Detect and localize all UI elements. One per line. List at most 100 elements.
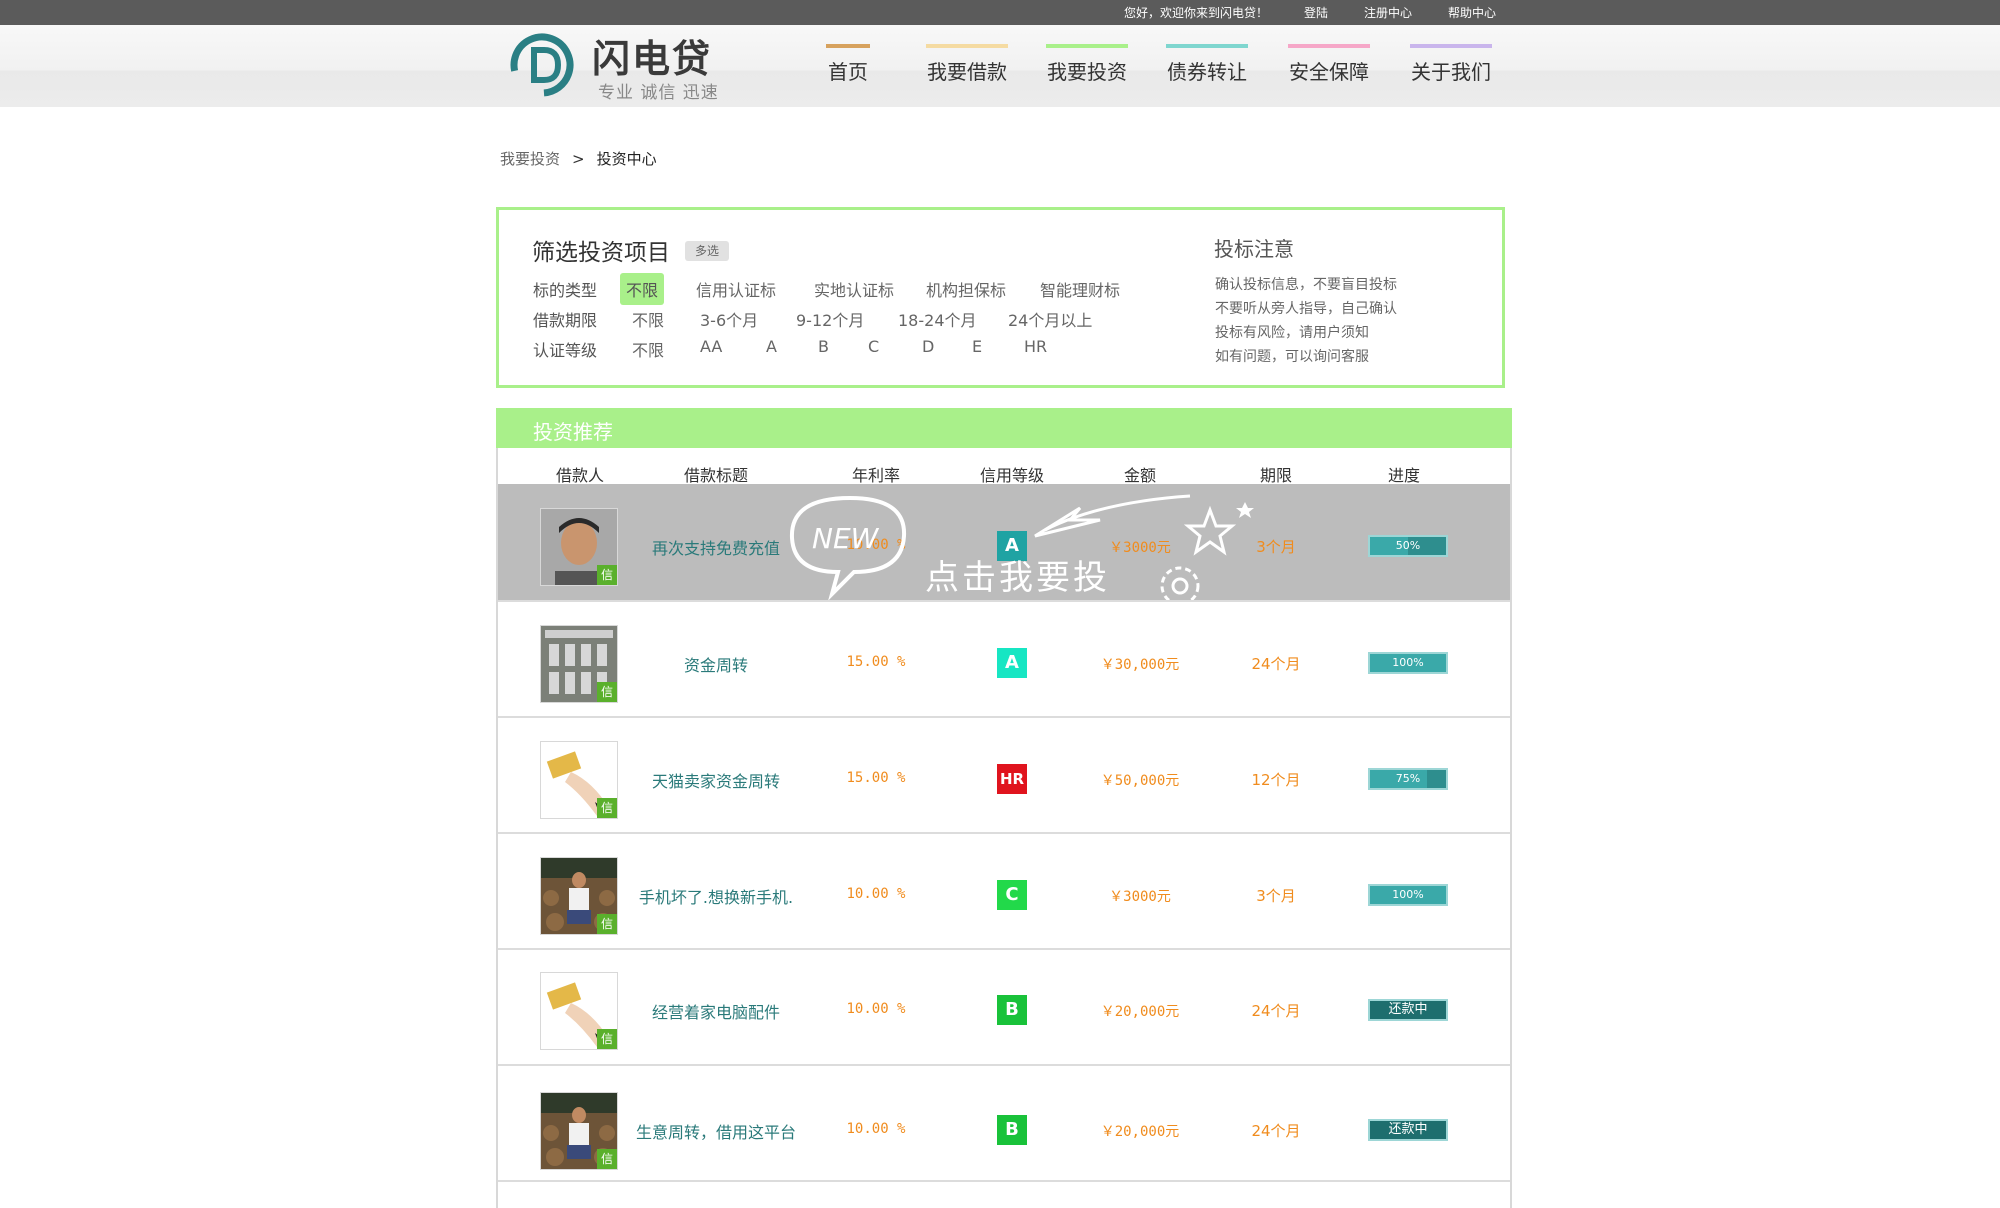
nav-accent-bar — [926, 44, 1008, 48]
annual-rate: 15.00 % — [846, 770, 906, 786]
register-link[interactable]: 注册中心 — [1364, 4, 1412, 21]
invest-cta-overlay[interactable]: 点击我要投 — [925, 550, 1110, 599]
loan-term: 24个月 — [1251, 1002, 1301, 1020]
column-header: 金额 — [1123, 466, 1156, 485]
filter-option[interactable]: HR — [1018, 333, 1053, 360]
loan-title-link[interactable]: 生意周转，借用这平台 — [616, 1119, 816, 1143]
loan-amount: ￥20,000元 — [1100, 1004, 1180, 1020]
credit-badge: 信 — [597, 1029, 617, 1049]
filter-option[interactable]: 24个月以上 — [1002, 303, 1098, 335]
loan-term: 12个月 — [1251, 771, 1301, 789]
filter-option[interactable]: 不限 — [620, 273, 665, 305]
annual-rate: 10.00 % — [846, 1001, 906, 1017]
nav-accent-bar — [1288, 44, 1370, 48]
progress-bar[interactable]: 50% — [1368, 535, 1448, 557]
loan-title-link[interactable]: 手机坏了.想换新手机. — [616, 884, 816, 908]
progress-text: 50% — [1395, 539, 1421, 552]
new-badge-text: NEW — [812, 522, 880, 555]
notice-line: 不要听从旁人指导，自己确认 — [1215, 301, 1397, 317]
nav-item-1[interactable]: 我要借款 — [926, 44, 1008, 84]
nav-item-2[interactable]: 我要投资 — [1046, 44, 1128, 84]
logo-icon[interactable] — [508, 32, 576, 98]
notice-line: 如有问题，可以询问客服 — [1215, 349, 1369, 365]
repaying-status[interactable]: 还款中 — [1368, 999, 1448, 1021]
filter-title: 筛选投资项目 — [532, 240, 670, 266]
credit-badge: 信 — [597, 1149, 617, 1169]
credit-badge: 信 — [597, 565, 617, 585]
filter-option[interactable]: 智能理财标 — [1034, 273, 1126, 305]
notice-line: 确认投标信息，不要盲目投标 — [1215, 277, 1397, 293]
progress-bar[interactable]: 100% — [1368, 652, 1448, 674]
filter-option[interactable]: 9-12个月 — [790, 303, 870, 335]
filter-option[interactable]: AA — [694, 333, 728, 360]
loan-amount: ￥3000元 — [1109, 889, 1171, 905]
brand-name: 闪电贷 — [592, 37, 713, 81]
breadcrumb-parent[interactable]: 我要投资 — [500, 150, 560, 168]
recommend-title: 投资推荐 — [533, 420, 613, 444]
nav-item-0[interactable]: 首页 — [826, 44, 870, 84]
filter-option[interactable]: E — [966, 333, 988, 360]
help-link[interactable]: 帮助中心 — [1448, 4, 1496, 21]
filter-label: 认证等级 — [533, 341, 598, 360]
borrower-avatar[interactable]: 信 — [540, 741, 618, 819]
credit-badge: 信 — [597, 914, 617, 934]
nav-item-4[interactable]: 安全保障 — [1288, 44, 1370, 84]
filter-option[interactable]: B — [812, 333, 835, 360]
filter-option[interactable]: 18-24个月 — [892, 303, 983, 335]
loan-title-link[interactable]: 经营着家电脑配件 — [616, 999, 816, 1023]
progress-text: 还款中 — [1388, 1002, 1428, 1017]
nav-item-label: 我要借款 — [927, 60, 1007, 84]
filter-label: 标的类型 — [533, 281, 598, 300]
credit-badge: 信 — [597, 682, 617, 702]
filter-option[interactable]: 信用认证标 — [690, 273, 782, 305]
progress-bar[interactable]: 100% — [1368, 884, 1448, 906]
loan-title-link[interactable]: 天猫卖家资金周转 — [616, 768, 816, 792]
nav-accent-bar — [1410, 44, 1492, 48]
multi-select-toggle[interactable]: 多选 — [685, 241, 729, 261]
filter-option[interactable]: C — [862, 333, 885, 360]
progress-text: 100% — [1392, 888, 1424, 901]
column-header: 年利率 — [851, 466, 900, 485]
nav-item-label: 关于我们 — [1411, 60, 1491, 84]
filter-option[interactable]: 不限 — [626, 303, 670, 335]
filter-option[interactable]: 实地认证标 — [808, 273, 900, 305]
filter-option[interactable]: D — [916, 333, 940, 360]
nav-item-label: 首页 — [828, 60, 868, 84]
borrower-avatar[interactable]: 信 — [540, 508, 618, 586]
progress-text: 还款中 — [1388, 1122, 1428, 1137]
credit-grade-badge: A — [997, 648, 1027, 678]
recommend-header-bar — [496, 408, 1512, 448]
borrower-avatar[interactable]: 信 — [540, 625, 618, 703]
filter-label: 借款期限 — [533, 311, 598, 330]
welcome-text: 您好，欢迎你来到闪电贷！ — [1124, 6, 1269, 20]
filter-option[interactable]: 不限 — [626, 333, 670, 365]
repaying-status[interactable]: 还款中 — [1368, 1119, 1448, 1141]
notice-title: 投标注意 — [1214, 237, 1294, 261]
borrower-avatar[interactable]: 信 — [540, 857, 618, 935]
nav-item-5[interactable]: 关于我们 — [1410, 44, 1492, 84]
borrower-avatar[interactable]: 信 — [540, 1092, 618, 1170]
filter-option[interactable]: 3-6个月 — [694, 303, 764, 335]
credit-grade-badge: B — [997, 1115, 1027, 1145]
loan-term: 24个月 — [1251, 1122, 1301, 1140]
nav-accent-bar — [1166, 44, 1248, 48]
brand-slogan: 专业 诚信 迅速 — [598, 83, 719, 103]
loan-title-link[interactable]: 资金周转 — [616, 652, 816, 676]
annual-rate: 10.00 % — [846, 1121, 906, 1137]
progress-bar[interactable]: 75% — [1368, 768, 1448, 790]
breadcrumb-separator: > — [572, 150, 585, 168]
loan-term: 24个月 — [1251, 655, 1301, 673]
borrower-avatar[interactable]: 信 — [540, 972, 618, 1050]
nav-item-3[interactable]: 债券转让 — [1166, 44, 1248, 84]
column-header: 信用等级 — [979, 466, 1044, 485]
loan-amount: ￥30,000元 — [1100, 657, 1180, 673]
filter-option[interactable]: 机构担保标 — [920, 273, 1012, 305]
nav-item-label: 安全保障 — [1289, 60, 1369, 84]
login-link[interactable]: 登陆 — [1304, 4, 1328, 21]
credit-grade-badge: C — [997, 880, 1027, 910]
nav-accent-bar — [826, 44, 870, 48]
column-header: 借款人 — [555, 466, 604, 485]
progress-text: 75% — [1395, 772, 1421, 785]
loan-term: 3个月 — [1256, 887, 1296, 905]
filter-option[interactable]: A — [760, 333, 783, 360]
